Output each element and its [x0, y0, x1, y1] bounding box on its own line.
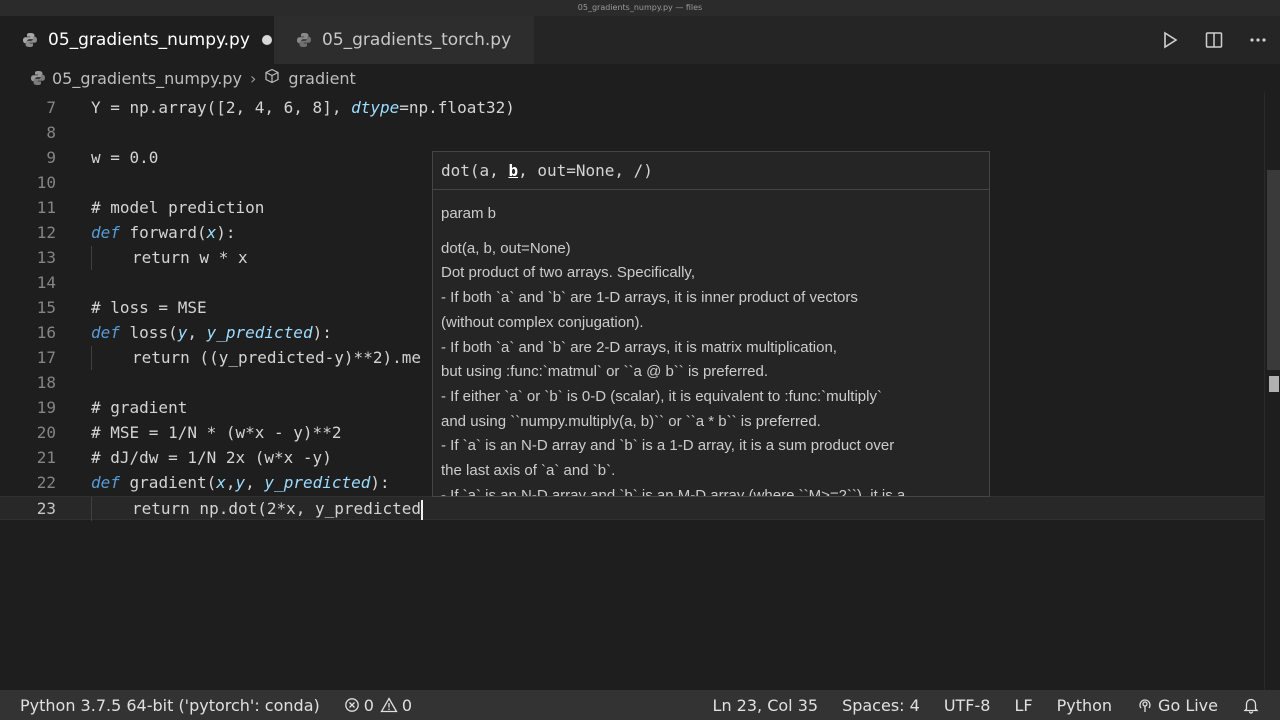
code-comment: # gradient — [91, 398, 188, 417]
line-number: 20 — [36, 423, 56, 442]
code-comment: # MSE = 1/N * (w*x - y)**2 — [91, 423, 342, 442]
doc-line: the last axis of `a` and `b`. — [441, 462, 616, 480]
breadcrumb-symbol[interactable]: gradient — [288, 69, 355, 88]
breadcrumb-file[interactable]: 05_gradients_numpy.py — [52, 69, 242, 88]
code-comment: # loss = MSE — [91, 298, 207, 317]
doc-line: - If either `a` or `b` is 0-D (scalar), … — [441, 387, 882, 405]
line-number: 23 — [36, 499, 56, 518]
doc-line: dot(a, b, out=None) — [441, 239, 571, 257]
doc-line: and using ``numpy.multiply(a, b)`` or ``… — [441, 412, 821, 430]
indent-guide — [91, 497, 92, 521]
function-symbol-icon — [264, 68, 280, 88]
python-file-icon — [22, 32, 38, 48]
tab-bar: 05_gradients_numpy.py 05_gradients_torch… — [0, 16, 1280, 64]
eol-selector[interactable]: LF — [1014, 696, 1032, 715]
code-text-content: return np.dot(2*x, y_predicted — [132, 499, 421, 518]
line-number: 9 — [46, 148, 56, 167]
doc-line: Dot product of two arrays. Specifically, — [441, 264, 695, 282]
code-text: return np.dot(2*x, y_predicted — [132, 497, 423, 521]
broadcast-icon — [1139, 699, 1151, 712]
line-number: 8 — [46, 123, 56, 142]
problems-indicator[interactable]: 0 0 — [344, 696, 412, 715]
window-title: 05_gradients_numpy.py — files — [577, 3, 703, 12]
code-comment: # dJ/dw = 1/N 2x (w*x -y) — [91, 448, 332, 467]
code-line: 7 Y = np.array([2, 4, 6, 8], dtype=np.fl… — [0, 96, 1264, 120]
code-text: w = 0.0 — [91, 148, 159, 167]
doc-line: - If both `a` and `b` are 1-D arrays, it… — [441, 289, 858, 307]
code-text: def forward(x): — [91, 223, 236, 242]
param-doc: param b — [441, 205, 497, 222]
code-line: 8 — [0, 121, 1264, 145]
line-number: 10 — [36, 173, 56, 192]
go-live-button[interactable]: Go Live — [1136, 696, 1218, 715]
code-text: return w * x — [132, 248, 248, 267]
code-text: def gradient(x,y, y_predicted): — [91, 473, 390, 492]
line-number: 21 — [36, 448, 56, 467]
go-live-label: Go Live — [1158, 695, 1218, 715]
code-comment: # model prediction — [91, 198, 265, 217]
doc-line: - If `a` is an N-D array and `b` is a 1-… — [441, 437, 895, 455]
warning-icon — [380, 697, 398, 713]
run-button[interactable] — [1148, 16, 1192, 64]
scrollbar-cursor-marker — [1269, 376, 1279, 392]
more-actions-button[interactable] — [1236, 16, 1280, 64]
python-file-icon — [30, 70, 46, 86]
code-line-current: 23 return np.dot(2*x, y_predicted — [0, 496, 1264, 521]
tab-gradients-numpy[interactable]: 05_gradients_numpy.py — [0, 16, 274, 64]
code-text: def loss(y, y_predicted): — [91, 323, 332, 342]
split-editor-icon — [1205, 32, 1223, 48]
python-interpreter-selector[interactable]: Python 3.7.5 64-bit ('pytorch': conda) — [20, 696, 320, 715]
unsaved-dot-icon[interactable] — [261, 35, 272, 45]
breadcrumb: 05_gradients_numpy.py › gradient — [0, 64, 1280, 92]
line-number: 11 — [36, 198, 56, 217]
error-icon — [344, 698, 359, 712]
text-cursor — [420, 499, 423, 520]
indent-guide — [91, 246, 92, 270]
signature-prefix: dot(a, — [441, 161, 509, 180]
line-number: 22 — [36, 473, 56, 492]
encoding-selector[interactable]: UTF-8 — [944, 696, 991, 715]
line-number: 16 — [36, 323, 56, 342]
line-number: 19 — [36, 398, 56, 417]
doc-line: - If `a` is an N-D array and `b` is an M… — [441, 486, 906, 497]
chevron-right-icon: › — [250, 68, 257, 88]
language-mode-selector[interactable]: Python — [1057, 696, 1112, 715]
editor-actions — [1148, 16, 1280, 64]
python-file-icon — [296, 32, 312, 48]
line-number: 14 — [36, 273, 56, 292]
scrollbar-thumb[interactable] — [1267, 170, 1280, 370]
signature-help-popup: dot(a, b, out=None, /) param b dot(a, b,… — [432, 151, 990, 497]
line-number: 18 — [36, 373, 56, 392]
doc-line: (without complex conjugation). — [441, 313, 644, 331]
indent-guide — [91, 346, 92, 370]
signature-docs: param b dot(a, b, out=None) Dot product … — [433, 190, 989, 497]
line-number: 7 — [46, 98, 56, 117]
cursor-position[interactable]: Ln 23, Col 35 — [713, 696, 819, 715]
split-editor-button[interactable] — [1192, 16, 1236, 64]
line-number: 12 — [36, 223, 56, 242]
status-bar: Python 3.7.5 64-bit ('pytorch': conda) 0… — [0, 690, 1280, 720]
window-titlebar: 05_gradients_numpy.py — files — [0, 0, 1280, 16]
active-parameter: b — [508, 161, 519, 180]
bell-icon — [1243, 698, 1259, 714]
code-text: return ((y_predicted-y)**2).me — [132, 348, 421, 367]
ellipsis-icon — [1250, 38, 1266, 42]
line-number: 15 — [36, 298, 56, 317]
tab-label: 05_gradients_numpy.py — [48, 30, 250, 50]
error-count: 0 — [363, 695, 374, 715]
doc-line: but using :func:`matmul` or ``a @ b`` is… — [441, 363, 768, 381]
tab-label: 05_gradients_torch.py — [322, 30, 512, 50]
warning-count: 0 — [401, 695, 413, 715]
tab-gradients-torch[interactable]: 05_gradients_torch.py — [274, 16, 534, 64]
line-number: 17 — [36, 348, 56, 367]
line-number: 13 — [36, 248, 56, 267]
play-icon — [1164, 31, 1178, 49]
indentation-selector[interactable]: Spaces: 4 — [842, 696, 920, 715]
doc-line: - If both `a` and `b` are 2-D arrays, it… — [441, 338, 837, 356]
notifications-button[interactable] — [1242, 696, 1264, 714]
signature-line: dot(a, b, out=None, /) — [433, 152, 989, 190]
signature-suffix: , out=None, /) — [518, 161, 653, 180]
editor-scrollbar[interactable] — [1264, 92, 1280, 690]
code-text: Y = np.array([2, 4, 6, 8], dtype=np.floa… — [91, 98, 515, 117]
